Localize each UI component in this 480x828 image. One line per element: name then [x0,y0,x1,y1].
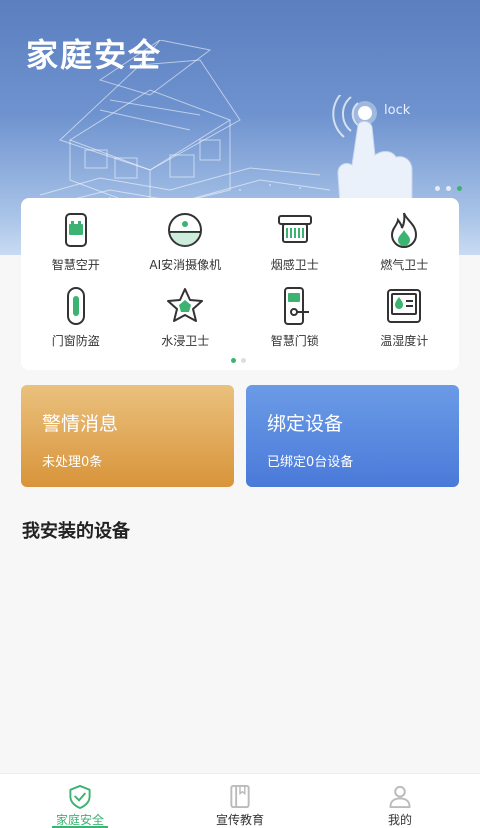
device-thermo-hygrometer[interactable]: 温湿度计 [350,282,460,358]
alert-messages-card[interactable]: 警情消息 未处理0条 [21,385,234,487]
tab-education[interactable]: 宣传教育 [160,774,320,828]
alert-card-subtitle: 未处理0条 [42,455,103,470]
bottom-navigation: 家庭安全 宣传教育 我的 [0,773,480,828]
house-wireframe-illustration [40,40,331,210]
device-label: AI安消摄像机 [149,258,222,272]
tab-label: 宣传教育 [215,813,264,827]
banner-pagination [435,186,462,191]
banner-dot-active [457,186,462,191]
lock-text: lock [384,103,411,118]
bind-card-subtitle: 已绑定0台设备 [267,455,354,470]
gas-flame-icon [391,212,418,248]
device-smart-lock[interactable]: 智慧门锁 [240,282,350,358]
device-row: 智慧空开 AI安消摄像机 烟感卫士 燃气卫士 [21,206,459,282]
thermo-hygrometer-icon [387,289,422,323]
device-label: 烟感卫士 [270,258,319,272]
tab-profile[interactable]: 我的 [320,774,480,828]
alert-card-title: 警情消息 [42,413,119,435]
banner-dot [446,186,451,191]
device-label: 门窗防盗 [51,334,100,348]
bind-card-title: 绑定设备 [267,413,344,435]
device-grid: 智慧空开 AI安消摄像机 烟感卫士 燃气卫士 门窗防盗 水浸卫士 智慧门锁 温湿… [21,206,459,358]
card-dot-active [231,358,236,363]
device-ai-camera[interactable]: AI安消摄像机 [131,206,241,282]
banner-dot [435,186,440,191]
bind-device-card[interactable]: 绑定设备 已绑定0台设备 [246,385,459,487]
device-card-pagination [231,358,246,363]
device-water-leak[interactable]: 水浸卫士 [131,282,241,358]
device-row: 门窗防盗 水浸卫士 智慧门锁 温湿度计 [21,282,459,358]
door-window-sensor-icon [66,287,85,325]
tab-label: 我的 [387,813,412,827]
smart-lock-icon [283,287,309,325]
device-category-card: 智慧空开 AI安消摄像机 烟感卫士 燃气卫士 门窗防盗 水浸卫士 智慧门锁 温湿… [21,198,459,370]
device-label: 燃气卫士 [380,258,429,272]
card-dot [241,358,246,363]
my-devices-heading: 我安装的设备 [22,521,130,542]
hand-touch-illustration [332,95,413,205]
ai-camera-icon [168,213,203,247]
device-label: 智慧空开 [51,258,100,272]
device-smart-breaker[interactable]: 智慧空开 [21,206,131,282]
device-label: 温湿度计 [380,334,429,348]
smoke-detector-icon [277,215,312,243]
shield-check-icon [69,784,91,809]
tab-home-security[interactable]: 家庭安全 [0,774,160,828]
book-icon [230,784,250,809]
water-leak-icon [167,288,204,322]
user-icon [389,785,411,809]
device-label: 水浸卫士 [161,334,210,348]
device-label: 智慧门锁 [270,334,319,348]
smart-breaker-icon [64,213,87,247]
device-door-window[interactable]: 门窗防盗 [21,282,131,358]
device-smoke-detector[interactable]: 烟感卫士 [240,206,350,282]
device-gas-guard[interactable]: 燃气卫士 [350,206,460,282]
